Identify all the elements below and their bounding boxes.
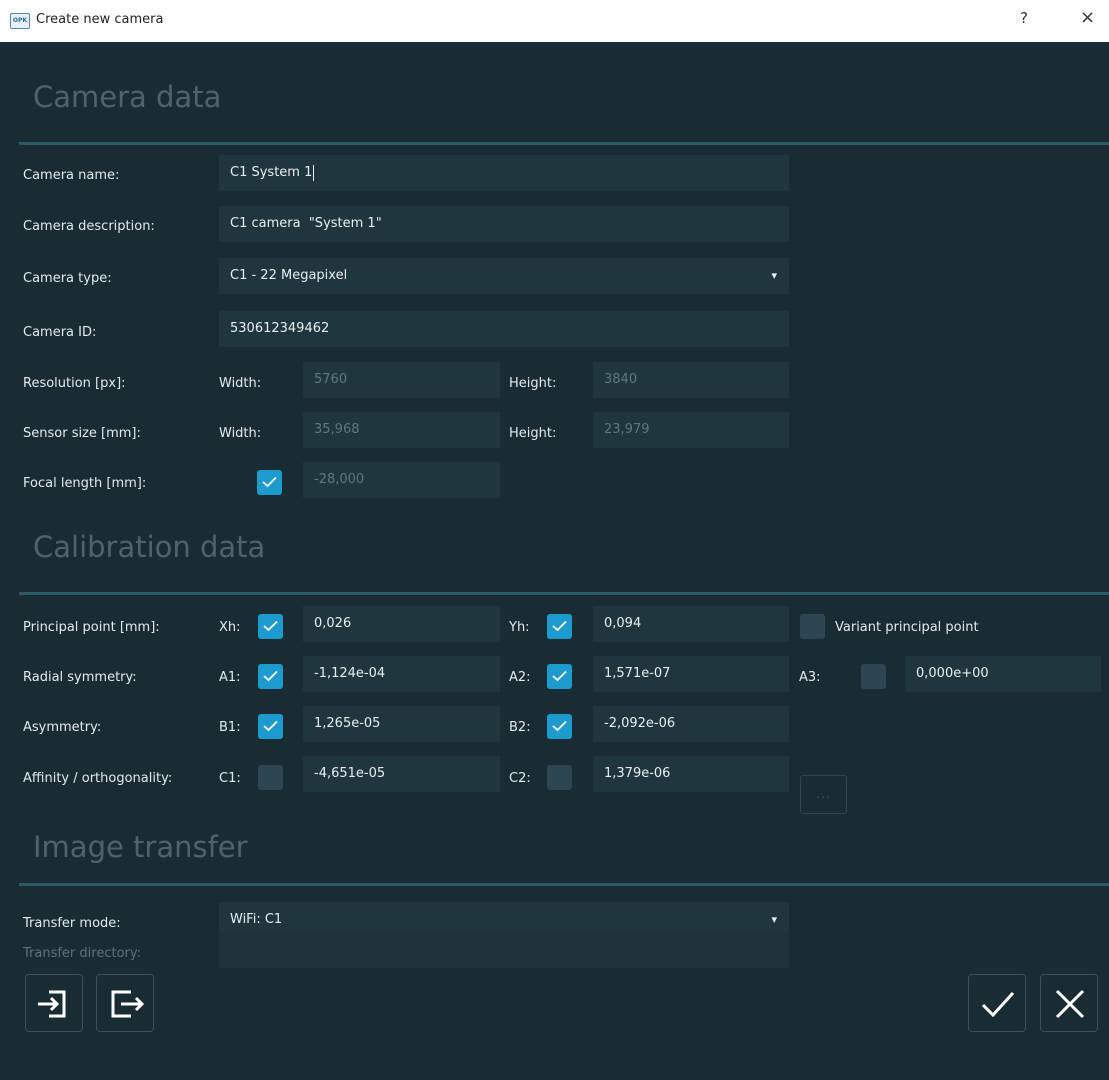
sensor-width-field: 35,968 <box>303 412 500 448</box>
b2-label: B2: <box>509 720 531 735</box>
app-icon: OPK <box>10 13 30 29</box>
sensor-height-label: Height: <box>509 426 557 441</box>
browse-button[interactable]: ... <box>800 775 847 814</box>
c2-checkbox[interactable] <box>547 765 572 790</box>
camera-type-value: C1 - 22 Megapixel <box>230 268 348 283</box>
b2-checkbox[interactable] <box>547 714 572 739</box>
resolution-label: Resolution [px]: <box>23 376 126 391</box>
cancel-button[interactable] <box>1040 974 1098 1032</box>
a1-label: A1: <box>219 670 241 685</box>
transfer-directory-input[interactable] <box>219 932 789 968</box>
camera-id-input[interactable]: 530612349462 <box>219 311 789 347</box>
window-title: Create new camera <box>36 12 164 27</box>
text-caret <box>313 164 315 181</box>
resolution-width-label: Width: <box>219 376 262 391</box>
variant-principal-point-label: Variant principal point <box>835 620 979 635</box>
c2-label: C2: <box>509 771 531 786</box>
yh-input[interactable]: 0,094 <box>593 606 789 642</box>
c1-checkbox[interactable] <box>258 765 283 790</box>
check-icon <box>552 670 567 682</box>
sensor-height-field: 23,979 <box>593 412 789 448</box>
import-button[interactable] <box>25 974 83 1032</box>
camera-name-input[interactable]: C1 System 1 <box>219 155 789 191</box>
section-heading-transfer: Image transfer <box>33 830 248 864</box>
a2-checkbox[interactable] <box>547 664 572 689</box>
close-button[interactable]: × <box>1080 7 1095 28</box>
sensor-size-label: Sensor size [mm]: <box>23 426 141 441</box>
a2-input[interactable]: 1,571e-07 <box>593 656 789 692</box>
import-icon <box>38 990 66 1018</box>
dialog-window: OPK Create new camera ? × Camera data Ca… <box>0 0 1109 1080</box>
camera-type-select[interactable]: C1 - 22 Megapixel ▾ <box>219 258 789 294</box>
section-divider <box>19 592 1109 595</box>
c2-input[interactable]: 1,379e-06 <box>593 756 789 792</box>
export-button[interactable] <box>96 974 154 1032</box>
section-heading-camera: Camera data <box>33 80 222 114</box>
transfer-mode-value: WiFi: C1 <box>230 912 283 927</box>
b1-input[interactable]: 1,265e-05 <box>303 706 500 742</box>
check-icon <box>552 720 567 732</box>
transfer-directory-label: Transfer directory: <box>23 946 141 961</box>
xh-label: Xh: <box>219 620 241 635</box>
a1-checkbox[interactable] <box>258 664 283 689</box>
yh-label: Yh: <box>509 620 530 635</box>
yh-checkbox[interactable] <box>547 614 572 639</box>
b1-checkbox[interactable] <box>258 714 283 739</box>
help-button[interactable]: ? <box>1020 9 1028 27</box>
b1-label: B1: <box>219 720 241 735</box>
check-icon <box>262 476 277 488</box>
dialog-body: Camera data Camera name: C1 System 1 Cam… <box>9 42 1109 1080</box>
x-icon <box>1055 989 1085 1019</box>
principal-point-label: Principal point [mm]: <box>23 620 160 635</box>
sensor-width-label: Width: <box>219 426 262 441</box>
transfer-mode-label: Transfer mode: <box>23 916 121 931</box>
ok-button[interactable] <box>968 974 1026 1032</box>
camera-id-label: Camera ID: <box>23 325 97 340</box>
radial-symmetry-label: Radial symmetry: <box>23 670 137 685</box>
focal-length-label: Focal length [mm]: <box>23 476 147 491</box>
focal-length-field: -28,000 <box>303 462 500 498</box>
a1-input[interactable]: -1,124e-04 <box>303 656 500 692</box>
a2-label: A2: <box>509 670 531 685</box>
xh-input[interactable]: 0,026 <box>303 606 500 642</box>
export-icon <box>111 990 145 1018</box>
camera-name-value: C1 System 1 <box>230 165 313 180</box>
c1-label: C1: <box>219 771 241 786</box>
section-heading-calibration: Calibration data <box>33 530 266 564</box>
section-divider <box>19 883 1109 886</box>
section-divider <box>19 142 1109 145</box>
xh-checkbox[interactable] <box>258 614 283 639</box>
camera-name-label: Camera name: <box>23 168 120 183</box>
variant-principal-point-checkbox[interactable] <box>800 614 825 639</box>
resolution-height-label: Height: <box>509 376 557 391</box>
resolution-width-field: 5760 <box>303 362 500 398</box>
camera-description-input[interactable]: C1 camera "System 1" <box>219 206 789 242</box>
check-icon <box>263 720 278 732</box>
focal-length-checkbox[interactable] <box>257 470 282 495</box>
check-icon <box>552 620 567 632</box>
check-icon <box>263 620 278 632</box>
b2-input[interactable]: -2,092e-06 <box>593 706 789 742</box>
resolution-height-field: 3840 <box>593 362 789 398</box>
title-bar: OPK Create new camera ? × <box>0 0 1109 42</box>
check-icon <box>263 670 278 682</box>
a3-checkbox[interactable] <box>861 664 886 689</box>
a3-input[interactable]: 0,000e+00 <box>905 656 1101 692</box>
c1-input[interactable]: -4,651e-05 <box>303 756 500 792</box>
a3-label: A3: <box>799 670 821 685</box>
asymmetry-label: Asymmetry: <box>23 720 102 735</box>
camera-description-label: Camera description: <box>23 219 155 234</box>
camera-type-label: Camera type: <box>23 271 112 286</box>
chevron-down-icon: ▾ <box>771 269 777 282</box>
affinity-label: Affinity / orthogonality: <box>23 771 173 786</box>
check-icon <box>981 991 1015 1018</box>
